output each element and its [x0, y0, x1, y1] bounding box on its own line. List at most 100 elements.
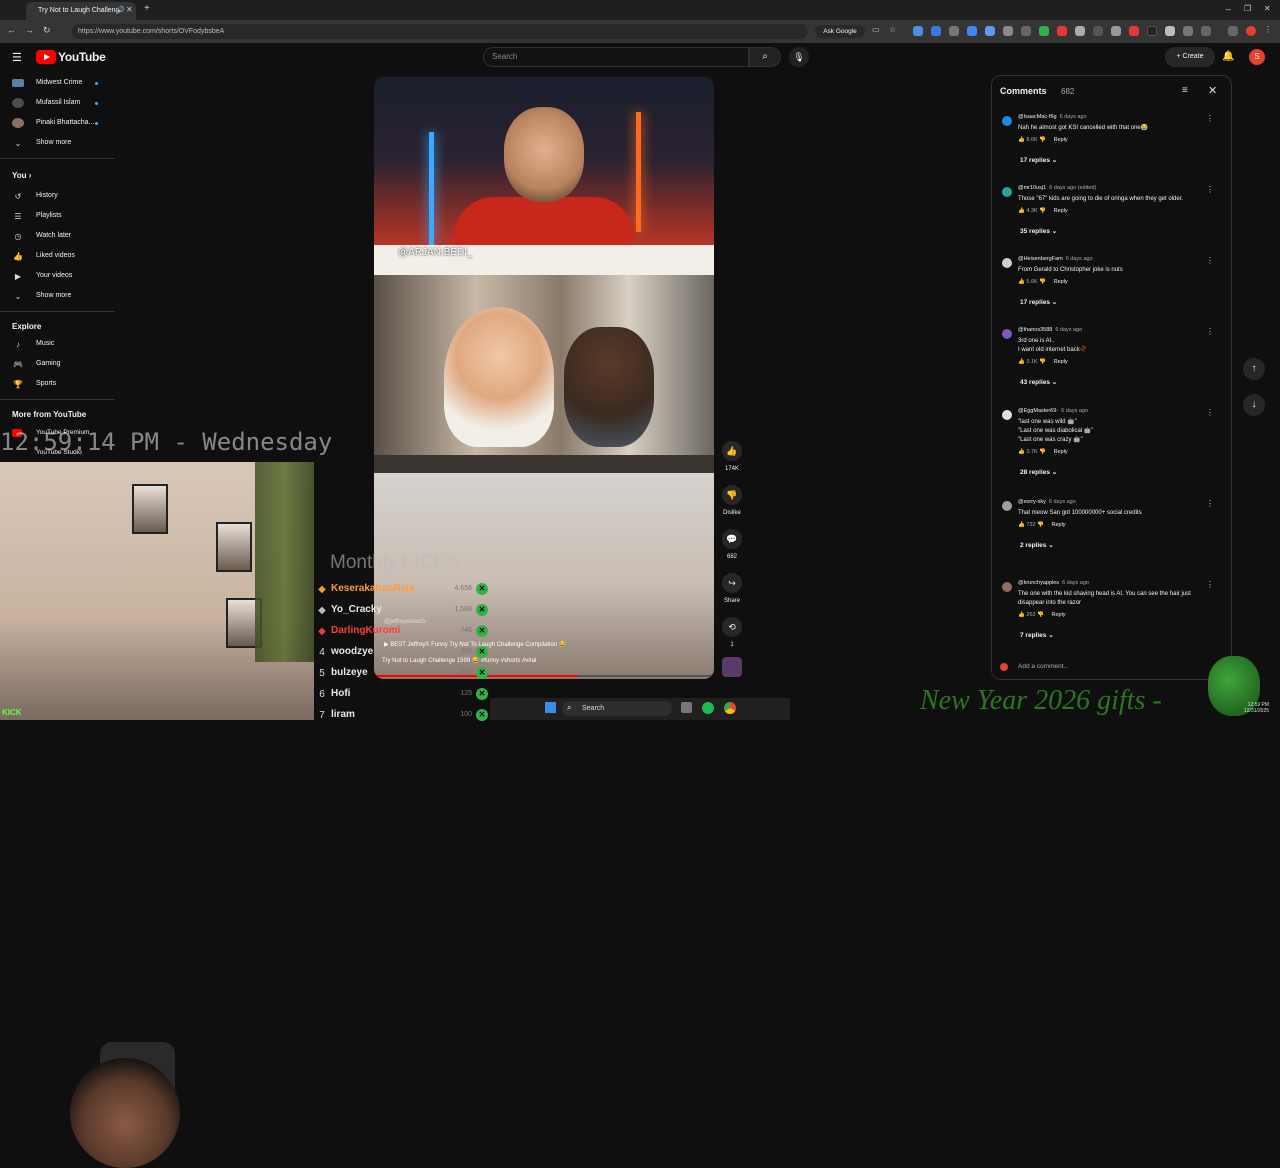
extension-icon[interactable] [1111, 26, 1121, 36]
comment-username[interactable]: @IsaacMac-f6g [1018, 114, 1057, 120]
more-options-icon[interactable]: ⋮ [1206, 114, 1214, 123]
windows-start-icon[interactable] [545, 702, 556, 713]
voice-search-button[interactable]: 🎙 [789, 47, 809, 67]
extension-icon[interactable] [1039, 26, 1049, 36]
add-comment-input[interactable]: Add a comment... [998, 660, 1227, 674]
reply-button[interactable]: Reply [1054, 208, 1068, 214]
youtube-logo-icon[interactable] [36, 50, 56, 64]
dislike-button[interactable]: 👎 [722, 485, 742, 505]
comment-username[interactable]: @thanos3588 [1018, 327, 1052, 333]
more-options-icon[interactable]: ⋮ [1206, 580, 1214, 589]
reply-button[interactable]: Reply [1054, 359, 1068, 365]
next-short-button[interactable]: ↓ [1243, 394, 1265, 416]
replies-toggle[interactable]: 7 replies ⌄ [1020, 631, 1054, 639]
sidebar-item-watch-later[interactable]: Watch later [36, 232, 71, 239]
extension-icon[interactable] [1021, 26, 1031, 36]
extensions-puzzle-icon[interactable] [1201, 26, 1211, 36]
bookmark-star-icon[interactable]: ☆ [889, 25, 896, 34]
share-button[interactable]: ↪ [722, 573, 742, 593]
comment-username[interactable]: @EggMaster69- [1018, 408, 1058, 414]
sidebar-sub-mufassil-islam[interactable]: Mufassil Islam [36, 99, 80, 106]
sound-thumbnail[interactable] [722, 657, 742, 677]
forward-icon[interactable]: → [25, 25, 34, 35]
sidepanel-icon[interactable] [1228, 26, 1238, 36]
extension-icon[interactable] [1057, 26, 1067, 36]
extension-icon[interactable] [1147, 26, 1157, 36]
replies-toggle[interactable]: 17 replies ⌄ [1020, 298, 1057, 306]
extension-icon[interactable] [913, 26, 923, 36]
replies-toggle[interactable]: 43 replies ⌄ [1020, 378, 1057, 386]
replies-toggle[interactable]: 35 replies ⌄ [1020, 227, 1057, 235]
extension-icon[interactable] [967, 26, 977, 36]
reload-icon[interactable]: ↻ [43, 25, 51, 36]
thumbs-down-icon[interactable]: 👎 [1038, 359, 1048, 365]
extension-icon[interactable] [1075, 26, 1085, 36]
notifications-bell-icon[interactable]: 🔔 [1222, 51, 1234, 62]
reply-button[interactable]: Reply [1054, 137, 1068, 143]
ask-google-button[interactable]: Ask Google [815, 25, 865, 38]
search-input[interactable]: Search [483, 47, 749, 67]
create-button[interactable]: + Create [1165, 47, 1215, 67]
sidebar-item-music[interactable]: Music [36, 340, 54, 347]
reply-button[interactable]: Reply [1051, 522, 1065, 528]
comment-username[interactable]: @sorry-sky [1018, 499, 1046, 505]
extension-icon[interactable] [931, 26, 941, 36]
reply-button[interactable]: Reply [1054, 279, 1068, 285]
sidebar-show-more[interactable]: Show more [36, 139, 71, 146]
window-close-icon[interactable]: ✕ [1264, 4, 1271, 13]
comment-username[interactable]: @mr10usj1 [1018, 185, 1046, 191]
replies-toggle[interactable]: 2 replies ⌄ [1020, 541, 1054, 549]
extension-icon[interactable] [949, 26, 959, 36]
more-options-icon[interactable]: ⋮ [1206, 499, 1214, 508]
extension-icon[interactable] [1003, 26, 1013, 36]
sidebar-item-history[interactable]: History [36, 192, 58, 199]
replies-toggle[interactable]: 17 replies ⌄ [1020, 156, 1057, 164]
hamburger-menu-icon[interactable]: ☰ [12, 51, 22, 64]
taskbar-search[interactable]: Search [562, 701, 672, 716]
more-options-icon[interactable]: ⋮ [1206, 256, 1214, 265]
tab-mute-icon[interactable]: 🔊 [116, 6, 125, 14]
sidebar-item-your-videos[interactable]: Your videos [36, 272, 72, 279]
new-tab-button[interactable]: + [144, 3, 150, 14]
youtube-wordmark[interactable]: YouTube [58, 50, 106, 64]
extension-icon[interactable] [1093, 26, 1103, 36]
thumbs-down-icon[interactable]: 👎 [1038, 449, 1048, 455]
sidebar-sub-pinaki[interactable]: Pinaki Bhattacha... [36, 119, 94, 126]
reply-button[interactable]: Reply [1054, 449, 1068, 455]
remix-button[interactable]: ⟲ [722, 617, 742, 637]
profile-icon[interactable] [1246, 26, 1256, 36]
thumbs-down-icon[interactable]: 👎 [1038, 137, 1048, 143]
extension-icon[interactable] [1129, 26, 1139, 36]
spotify-icon[interactable] [702, 702, 714, 714]
like-button[interactable]: 👍 [722, 441, 742, 461]
extension-icon[interactable] [985, 26, 995, 36]
chrome-icon[interactable] [724, 702, 736, 714]
sidebar-show-more[interactable]: Show more [36, 292, 71, 299]
minimize-icon[interactable]: – [1226, 4, 1231, 14]
sidebar-you-heading[interactable]: You › [12, 171, 31, 180]
comment-username[interactable]: @krunchyapples [1018, 580, 1059, 586]
account-avatar[interactable]: S [1249, 49, 1265, 65]
close-icon[interactable]: ✕ [1208, 84, 1217, 97]
extension-icon[interactable] [1183, 26, 1193, 36]
extension-icon[interactable] [1165, 26, 1175, 36]
comments-button[interactable]: 💬 [722, 529, 742, 549]
url-field[interactable]: https://www.youtube.com/shorts/OVFodybsb… [72, 24, 808, 39]
sort-comments-icon[interactable]: ≡ [1182, 85, 1188, 96]
sidebar-item-gaming[interactable]: Gaming [36, 360, 61, 367]
back-icon[interactable]: ← [7, 25, 16, 35]
sidebar-sub-midwest-crime[interactable]: Midwest Crime [36, 79, 82, 86]
sidebar-item-sports[interactable]: Sports [36, 380, 56, 387]
reply-button[interactable]: Reply [1051, 612, 1065, 618]
thumbs-down-icon[interactable]: 👎 [1038, 208, 1048, 214]
replies-toggle[interactable]: 28 replies ⌄ [1020, 468, 1057, 476]
maximize-icon[interactable]: ❐ [1244, 4, 1251, 13]
sidebar-item-playlists[interactable]: Playlists [36, 212, 62, 219]
comment-username[interactable]: @HeisenbergFam [1018, 256, 1063, 262]
cast-icon[interactable]: ▭ [872, 25, 880, 34]
tab-close-icon[interactable]: ✕ [126, 5, 133, 14]
search-button[interactable]: ⌕ [749, 47, 781, 67]
browser-menu-icon[interactable]: ⋮ [1264, 25, 1272, 34]
more-options-icon[interactable]: ⋮ [1206, 327, 1214, 336]
task-view-icon[interactable] [681, 702, 692, 713]
